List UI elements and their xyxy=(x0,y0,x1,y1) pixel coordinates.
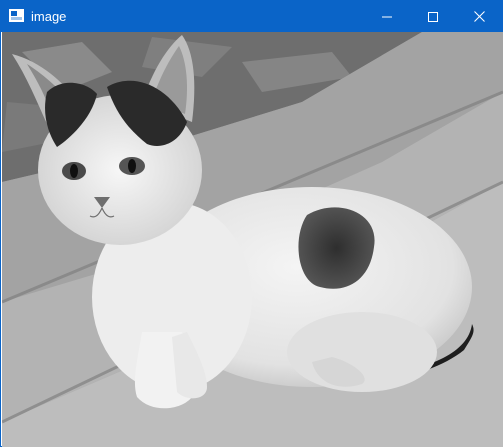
maximize-button[interactable] xyxy=(410,1,456,32)
title-bar[interactable]: image xyxy=(1,1,502,32)
image-window: image xyxy=(0,0,503,447)
maximize-icon xyxy=(428,11,438,22)
minimize-icon xyxy=(382,12,392,22)
kitten-photo xyxy=(2,32,503,447)
minimize-button[interactable] xyxy=(364,1,410,32)
image-window-icon xyxy=(9,9,24,22)
image-canvas xyxy=(2,32,503,447)
close-button[interactable] xyxy=(456,1,502,32)
window-title: image xyxy=(31,9,67,24)
close-icon xyxy=(473,11,485,22)
